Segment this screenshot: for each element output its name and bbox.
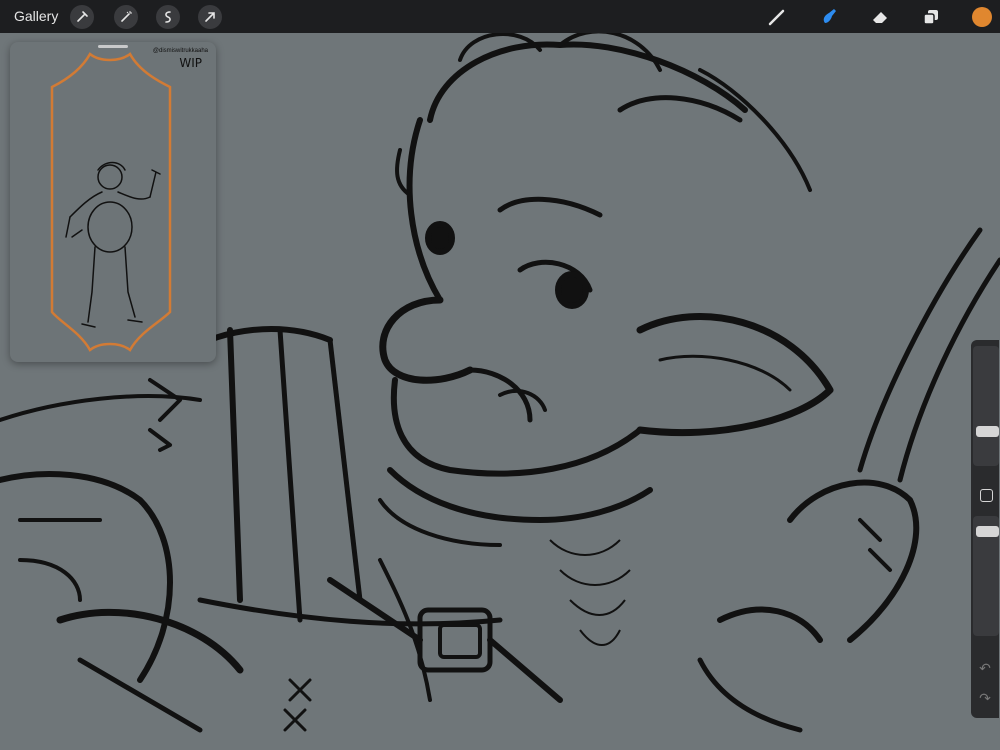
gallery-button[interactable]: Gallery: [14, 8, 58, 24]
layers-icon[interactable]: [920, 6, 942, 28]
modify-button[interactable]: [980, 489, 993, 502]
brush-size-slider[interactable]: [973, 346, 999, 466]
brush-icon[interactable]: [766, 6, 788, 28]
undo-icon[interactable]: ↶: [977, 660, 993, 676]
redo-icon[interactable]: ↷: [977, 690, 993, 706]
magic-wand-icon[interactable]: [114, 5, 138, 29]
brush-sliders-sidebar: ↶ ↷: [971, 340, 999, 718]
color-picker-button[interactable]: [972, 7, 992, 27]
opacity-slider[interactable]: [973, 516, 999, 636]
reference-panel[interactable]: @dismiswitrukkaaha WIP: [10, 42, 216, 362]
eraser-icon[interactable]: [869, 6, 891, 28]
wrench-icon[interactable]: [70, 5, 94, 29]
top-toolbar: Gallery: [0, 0, 1000, 33]
transform-arrow-icon[interactable]: [198, 5, 222, 29]
selection-icon[interactable]: [156, 5, 180, 29]
opacity-thumb[interactable]: [976, 526, 999, 537]
brush-size-thumb[interactable]: [976, 426, 999, 437]
reference-thumbnail: [50, 52, 172, 352]
smudge-icon[interactable]: [818, 6, 840, 28]
